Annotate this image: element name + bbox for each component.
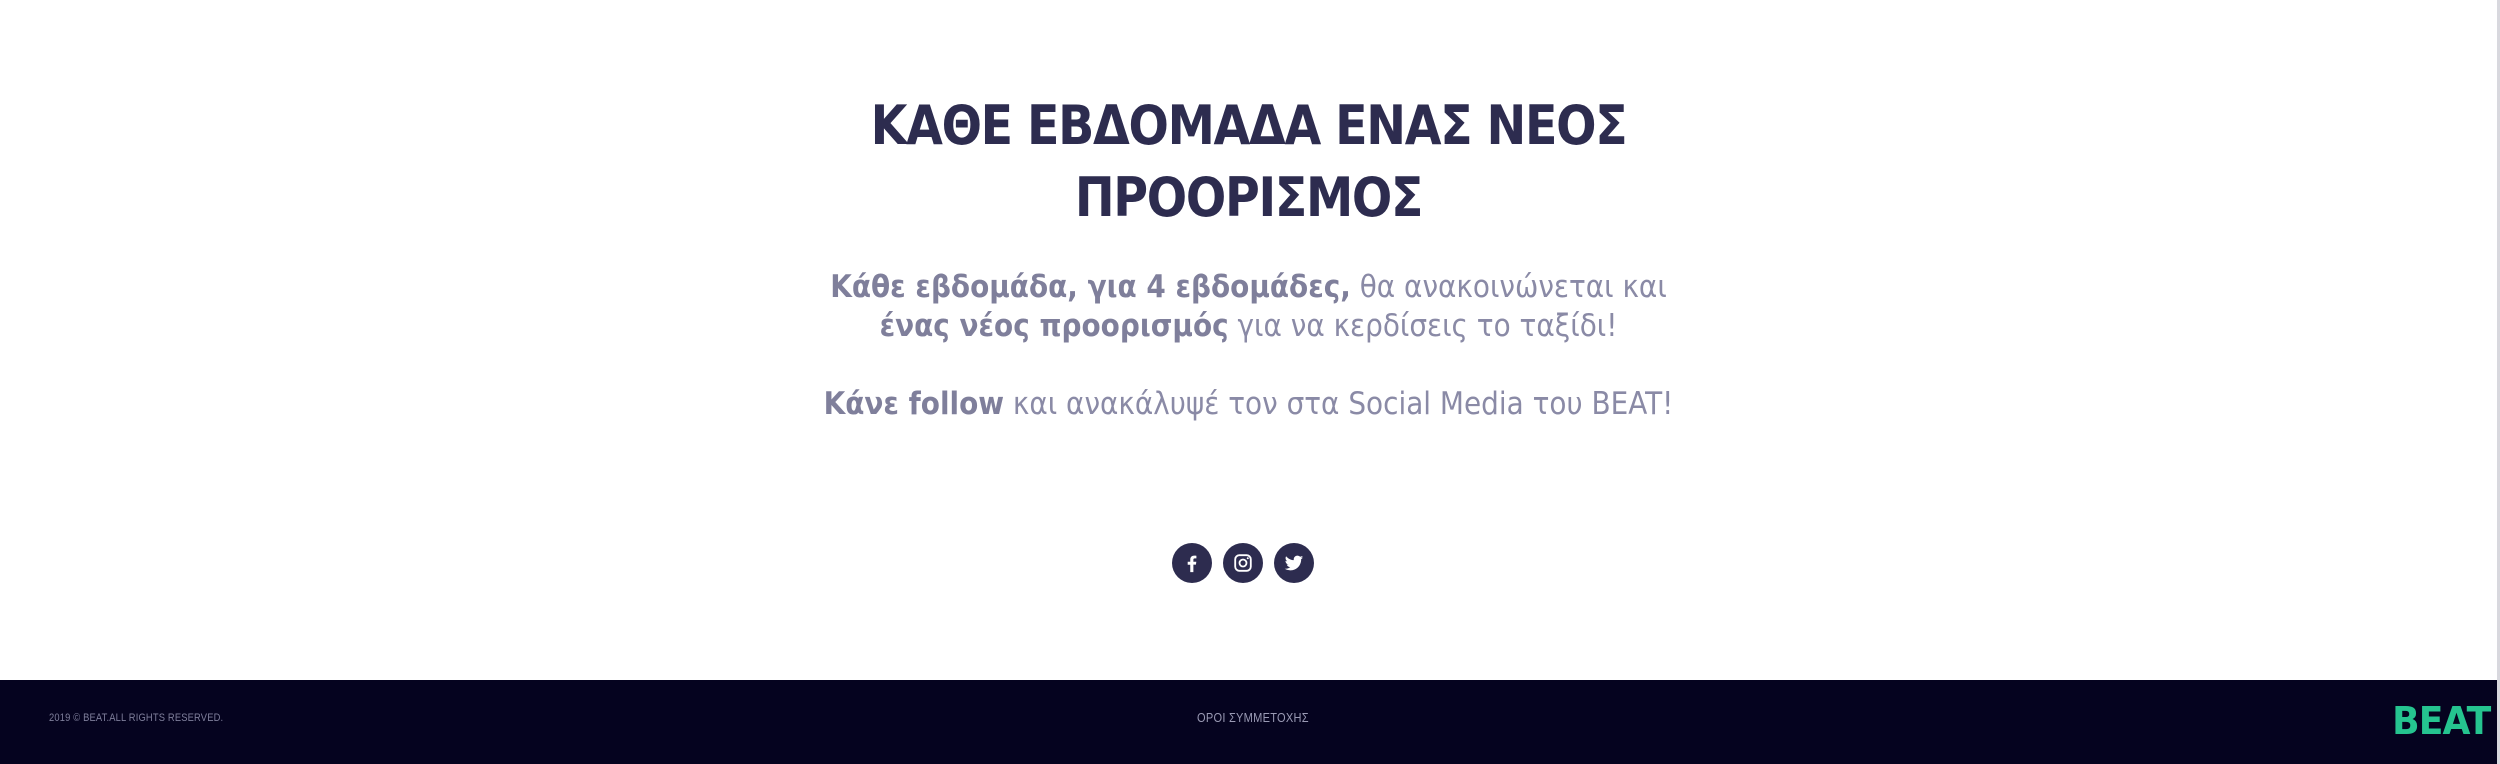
facebook-link[interactable] xyxy=(1172,543,1212,583)
main-section: ΚΑΘΕ ΕΒΔΟΜΑΔΑ ΕΝΑΣ ΝΕΟΣ ΠΡΟΟΡΙΣΜΟΣ Κάθε … xyxy=(0,0,2500,680)
terms-link[interactable]: ΟΡΟΙ ΣΥΜΜΕΤΟΧΗΣ xyxy=(1197,710,1309,725)
copyright-text: 2019 © BEAT.ALL RIGHTS RESERVED. xyxy=(49,712,224,724)
social-links xyxy=(1172,543,1314,583)
description-paragraph-2: Κάνε follow και ανακάλυψέ τον στα Social… xyxy=(125,385,2372,424)
description-1-text-2: για να κερδίσεις το ταξίδι! xyxy=(1228,308,1618,344)
facebook-icon xyxy=(1187,555,1197,573)
page-title-line-2: ΠΡΟΟΡΙΣΜΟΣ xyxy=(1074,166,1424,229)
beat-logo[interactable]: BEAT xyxy=(2392,700,2491,742)
twitter-link[interactable] xyxy=(1274,543,1314,583)
description-1-bold-2: ένας νέος προορισμός xyxy=(879,308,1229,344)
twitter-icon xyxy=(1284,555,1304,571)
description-1-text-1: θα ανακοινώνεται και xyxy=(1350,269,1667,305)
description-2-text-1: και ανακάλυψέ τον στα Social Media του B… xyxy=(1004,386,1674,422)
description-2-bold-1: Κάνε follow xyxy=(823,386,1005,422)
description: Κάθε εβδομάδα, για 4 εβδομάδες, θα ανακο… xyxy=(125,268,2372,424)
description-paragraph-1: Κάθε εβδομάδα, για 4 εβδομάδες, θα ανακο… xyxy=(125,268,2372,346)
page-title: ΚΑΘΕ ΕΒΔΟΜΑΔΑ ΕΝΑΣ ΝΕΟΣ ΠΡΟΟΡΙΣΜΟΣ xyxy=(150,90,2347,234)
instagram-icon xyxy=(1234,554,1252,572)
instagram-link[interactable] xyxy=(1223,543,1263,583)
description-1-bold-1: Κάθε εβδομάδα, για 4 εβδομάδες, xyxy=(830,269,1351,305)
page-title-line-1: ΚΑΘΕ ΕΒΔΟΜΑΔΑ ΕΝΑΣ ΝΕΟΣ xyxy=(870,94,1628,157)
